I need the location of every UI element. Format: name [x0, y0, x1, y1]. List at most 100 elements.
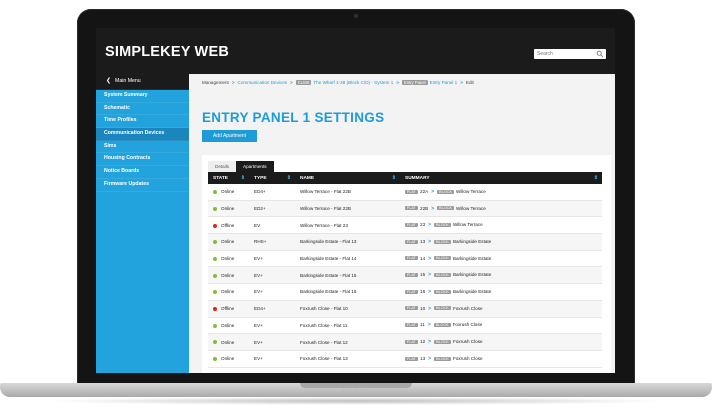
state-cell: Online: [208, 266, 249, 285]
sidebar-item-time-profiles[interactable]: Time Profiles: [96, 115, 189, 129]
block-name: Foxrush Close: [452, 339, 483, 345]
state-cell: Offline: [208, 216, 249, 235]
search-icon[interactable]: [596, 50, 604, 58]
table-row[interactable]: Online RHS+ Barkingside Estate - Flat 13 FL…: [208, 233, 602, 251]
type-cell: RHS+: [249, 233, 295, 251]
summary-cell: FLAT 15 > BLOCK Barkingside Estate: [400, 266, 602, 285]
summary-cell: FLAT 13 > BLOCK Foxrush Close: [400, 350, 602, 368]
block-tag: BLOCK: [434, 273, 451, 278]
block-tag: BLOCK: [434, 256, 451, 261]
state-text: Online: [221, 289, 235, 295]
flat-number: 22B: [420, 205, 429, 211]
block-name: Foxrush Close: [452, 305, 483, 311]
camera-icon: [354, 14, 358, 18]
chevron-right-icon: >: [427, 322, 431, 329]
screen: SIMPLEKEY WEB ❮Main Menu System SummaryS…: [96, 28, 615, 373]
sidebar-item-housing-contracts[interactable]: Housing Contracts: [96, 153, 189, 167]
block-name: Barkingside Estate: [452, 288, 492, 294]
sidebar-item-sims[interactable]: Sims: [96, 141, 189, 154]
table-row[interactable]: Offline EV Willow Terrace - Flat 23 FLAT 23 >…: [208, 216, 602, 235]
flat-number: 13: [420, 355, 426, 361]
chevron-right-icon: >: [431, 205, 435, 212]
sidebar-item-firmware-updates[interactable]: Firmware Updates: [96, 179, 189, 192]
breadcrumb-panel[interactable]: Entry Panel 1: [430, 80, 458, 85]
flat-number: 11: [420, 322, 425, 328]
table-row[interactable]: Online EV+ Foxrush Close - Flat 11 FLAT 11 > B…: [208, 317, 602, 335]
block-tag: BLOCK: [434, 356, 451, 361]
state-text: Online: [221, 322, 235, 328]
state-cell: Online: [208, 283, 249, 301]
table-header-row: STATE ⇕ TYPE ⇕ NAME ⇕ SUMMARY ⇕: [208, 172, 602, 184]
tab-bar: Details Apartments: [208, 161, 274, 172]
sort-icon[interactable]: ⇕: [287, 175, 291, 181]
sort-icon[interactable]: ⇕: [241, 175, 245, 181]
table-row[interactable]: Online EV+ Foxrush Close - Flat 12 FLAT 12 > B…: [208, 333, 602, 351]
chevron-right-icon: >: [428, 272, 432, 279]
sort-icon[interactable]: ⇕: [392, 175, 396, 181]
chevron-right-icon: >: [428, 339, 432, 346]
table-row[interactable]: Online EV+ Barkingside Estate - Flat 14 FLA…: [208, 250, 602, 268]
main-menu-link[interactable]: ❮ Main Menu: [96, 74, 189, 90]
type-cell: ED4+: [249, 184, 295, 201]
breadcrumb-comm-devices[interactable]: Communication Devices: [238, 80, 288, 85]
name-cell: Foxrush Close - Flat 12: [295, 333, 400, 351]
tab-details[interactable]: Details: [208, 161, 237, 172]
name-cell: Willow Terrace - Flat 22B: [295, 184, 400, 201]
column-header-name[interactable]: NAME ⇕: [295, 172, 400, 184]
breadcrumb-system[interactable]: The Wharf 1-38 (Block C/D) - System 1: [313, 80, 393, 85]
chevron-right-icon: >: [428, 238, 432, 245]
name-cell: Barkingside Estate - Flat 16: [295, 283, 400, 301]
table-row[interactable]: Online EV+ Foxrush Close - Flat 13 FLAT 13 > B…: [208, 350, 602, 368]
name-cell: Barkingside Estate - Flat 14: [295, 250, 400, 268]
status-dot-icon: [213, 223, 217, 228]
breadcrumb: Management > Communication Devices > CLMS The…: [202, 80, 612, 85]
table-row[interactable]: Online EV+ Barkingside Estate - Flat 15 FLA…: [208, 266, 602, 285]
summary-cell: FLAT 10 > BLOCK Foxrush Close: [400, 300, 602, 318]
chevron-right-icon: >: [428, 222, 432, 229]
column-header-summary[interactable]: SUMMARY ⇕: [400, 172, 602, 184]
search-box[interactable]: [534, 49, 606, 59]
state-cell: Online: [208, 184, 249, 201]
summary-cell: FLAT 16 > BLOCK Barkingside Estate: [400, 283, 602, 301]
table-row[interactable]: Online ED4+ Willow Terrace - Flat 22B FLAT 2…: [208, 184, 602, 201]
sidebar-item-schematic[interactable]: Schematic: [96, 103, 189, 116]
tab-apartments[interactable]: Apartments: [236, 161, 274, 172]
sidebar-item-notice-boards[interactable]: Notice Boards: [96, 166, 189, 179]
flat-number: 12: [420, 339, 426, 345]
status-dot-icon: [213, 190, 217, 195]
search-input[interactable]: [537, 49, 595, 59]
system-tag: CLMS: [295, 80, 312, 85]
column-header-type[interactable]: TYPE ⇕: [249, 172, 295, 184]
flat-number: 16: [420, 288, 426, 294]
state-cell: Online: [208, 317, 249, 335]
sidebar-item-communication-devices[interactable]: Communication Devices: [96, 128, 189, 141]
state-text: Online: [221, 189, 235, 195]
state-cell: Offline: [208, 300, 249, 318]
flat-number: 10: [420, 305, 426, 311]
breadcrumb-root[interactable]: Management: [202, 80, 229, 85]
block-name: Barkingside Estate: [452, 255, 492, 261]
name-cell: Barkingside Estate - Flat 15: [295, 266, 400, 285]
flat-number: 13: [420, 238, 426, 244]
sidebar-item-system-summary[interactable]: System Summary: [96, 90, 189, 103]
summary-cell: FLAT 23 > BLOCK Willow Terrace: [400, 216, 602, 235]
panel-tag: Entry Panel: [401, 80, 428, 85]
flat-tag: FLAT: [405, 239, 419, 244]
sort-icon[interactable]: ⇕: [594, 175, 598, 181]
block-name: Willow Terrace: [452, 222, 483, 228]
state-cell: Online: [208, 333, 249, 351]
table-row[interactable]: Offline ED4+ Foxrush Close - Flat 10 FLAT 10…: [208, 300, 602, 318]
add-apartment-button[interactable]: Add Apartment: [202, 130, 257, 142]
name-cell: Willow Terrace - Flat 22B: [295, 200, 400, 218]
chevron-right-icon: >: [428, 305, 432, 312]
summary-cell: FLAT 13 > BLOCK Barkingside Estate: [400, 233, 602, 251]
table-row[interactable]: Online EV+ Barkingside Estate - Flat 16 FLA…: [208, 283, 602, 301]
flat-tag: FLAT: [405, 206, 419, 211]
flat-tag: FLAT: [405, 189, 419, 194]
table-row[interactable]: Online ED2+ Willow Terrace - Flat 22B FLAT 2…: [208, 200, 602, 218]
chevron-right-icon: >: [431, 188, 435, 195]
column-header-state[interactable]: STATE ⇕: [208, 172, 249, 184]
flat-number: 22A: [420, 188, 429, 194]
name-cell: Willow Terrace - Flat 23: [295, 216, 400, 235]
type-cell: EV+: [249, 266, 295, 285]
